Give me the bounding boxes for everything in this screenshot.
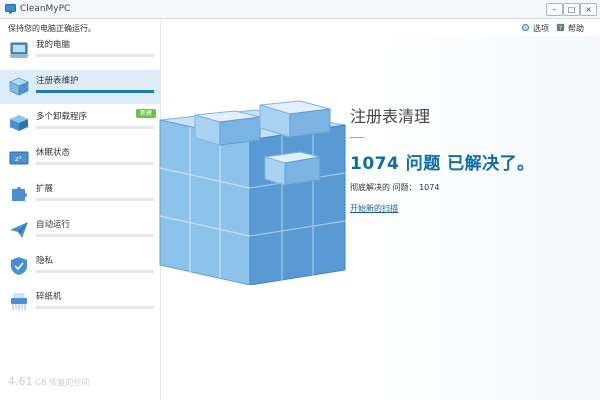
resolved-count: 1074 <box>419 183 440 192</box>
result-headline: 1074 问题 已解决了。 <box>350 154 535 174</box>
uninstaller-box-icon <box>10 115 28 131</box>
title-bar[interactable]: CleanMyPC – □ × <box>0 0 600 19</box>
help-link[interactable]: ? 帮助 <box>556 23 584 34</box>
sidebar-item-label: 多个卸载程序 <box>36 112 88 122</box>
help-label: 帮助 <box>568 24 584 33</box>
progress-track <box>36 54 154 57</box>
sidebar-item-hibernation[interactable]: z z 休眠状态 <box>0 142 160 176</box>
svg-text:z: z <box>19 155 22 161</box>
maximize-button[interactable]: □ <box>563 3 580 16</box>
progress-track <box>36 162 154 165</box>
close-button[interactable]: × <box>580 3 597 16</box>
window-title: CleanMyPC <box>20 4 71 14</box>
options-link[interactable]: 选项 <box>521 23 549 34</box>
shredder-icon <box>11 293 27 310</box>
resolved-summary: 彻底解决的 问题： 1074 <box>350 182 439 193</box>
options-label: 选项 <box>533 24 549 33</box>
sidebar-item-registry[interactable]: 注册表维护 <box>0 70 160 104</box>
laptop-icon <box>9 42 29 58</box>
gear-icon <box>521 23 530 32</box>
sidebar: 保持您的电脑正确运行。 我的电脑 注册表维护 多个卸载程序 新建 z z 休眠状… <box>0 19 161 400</box>
sidebar-item-privacy[interactable]: 隐私 <box>0 250 160 284</box>
recovered-space: 4.61 GB 恢复的空间 <box>8 375 89 388</box>
page-title: 注册表清理 <box>350 107 431 126</box>
hibernation-icon: z z <box>9 151 29 165</box>
sidebar-item-label: 碎纸机 <box>36 292 62 302</box>
progress-track <box>36 198 154 201</box>
progress-track <box>36 306 154 309</box>
sidebar-item-my-computer[interactable]: 我的电脑 <box>0 34 160 68</box>
app-window: CleanMyPC – □ × 保持您的电脑正确运行。 我的电脑 注册表维护 多… <box>0 0 600 400</box>
app-monitor-icon <box>5 4 16 14</box>
progress-track <box>36 234 154 237</box>
progress-track <box>36 90 154 93</box>
sidebar-item-uninstaller[interactable]: 多个卸载程序 新建 <box>0 106 160 140</box>
sidebar-item-label: 隐私 <box>36 256 54 266</box>
sidebar-item-label: 休眠状态 <box>36 148 71 158</box>
progress-fill <box>36 90 154 93</box>
sidebar-item-shredder[interactable]: 碎纸机 <box>0 286 160 320</box>
title-divider <box>350 137 364 138</box>
shield-icon <box>11 257 27 275</box>
sidebar-item-extensions[interactable]: 扩展 <box>0 178 160 212</box>
resolved-label: 彻底解决的 问题： <box>350 183 417 192</box>
status-text: 保持您的电脑正确运行。 <box>8 24 96 33</box>
recovered-space-value: 4.61 <box>8 375 33 388</box>
sidebar-item-autorun[interactable]: 自动运行 <box>0 214 160 248</box>
progress-track <box>36 126 154 129</box>
sidebar-item-label: 注册表维护 <box>36 76 79 86</box>
puzzle-icon <box>12 187 27 201</box>
progress-track <box>36 270 154 273</box>
registry-cube-illustration <box>159 100 346 285</box>
paper-plane-icon <box>10 222 28 238</box>
registry-cube-icon <box>9 77 29 96</box>
start-new-scan-link[interactable]: 开始新的扫描 <box>350 203 398 214</box>
sidebar-item-label: 我的电脑 <box>36 40 71 50</box>
svg-text:?: ? <box>559 25 562 32</box>
sidebar-item-label: 扩展 <box>36 184 54 194</box>
help-icon: ? <box>556 23 565 32</box>
recovered-space-label: GB 恢复的空间 <box>35 378 90 387</box>
sidebar-item-label: 自动运行 <box>36 220 71 230</box>
minimize-button[interactable]: – <box>546 3 563 16</box>
